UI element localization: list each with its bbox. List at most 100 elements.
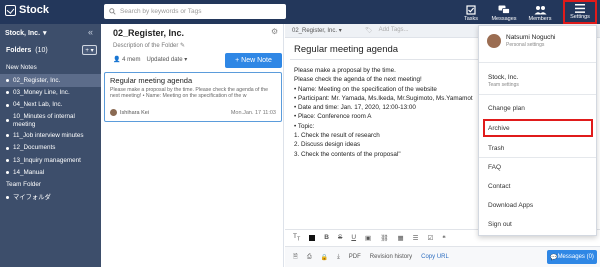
note-line: 1. Check the result of research — [294, 132, 380, 140]
download-apps-item[interactable]: Download Apps — [488, 202, 533, 209]
personal-settings-item[interactable]: Natsumi Noguchi Personal settings — [487, 34, 592, 48]
editor-folder-select[interactable]: 02_Register, Inc. ▾ — [292, 27, 342, 34]
note-date: Mon.Jan. 17 11:03 — [230, 109, 276, 116]
sidebar-item-label: マイフォルダ — [13, 193, 51, 201]
hamburger-menu-icon — [575, 4, 585, 13]
folder-meta: 👤 4 mem Updated date ▾ — [113, 56, 187, 63]
note-card-footer: Ishihara Kei Mon.Jan. 17 11:03 — [110, 109, 276, 116]
gear-icon[interactable]: ⚙ — [271, 27, 278, 36]
table-icon[interactable]: ▦ — [397, 234, 403, 242]
sort-select[interactable]: Updated date ▾ — [147, 56, 188, 63]
search-input[interactable] — [120, 8, 280, 15]
bullet-icon — [6, 91, 9, 95]
sidebar-item-label: 04_Next Lab, Inc. — [13, 101, 63, 109]
print-icon[interactable]: ⎙ — [307, 254, 312, 261]
folder-description[interactable]: Description of the Folder ✎ — [113, 42, 185, 49]
link-icon[interactable]: ⛓ — [380, 234, 388, 242]
bullet-icon — [6, 134, 9, 138]
sidebar-item-folder[interactable]: 11_Job interview minutes — [0, 130, 101, 142]
settings-button[interactable]: Settings — [563, 0, 597, 24]
top-bar: Stock Tasks Messages Members Settings — [0, 0, 600, 24]
revision-history-link[interactable]: Revision history — [370, 254, 412, 260]
logo-check-icon — [5, 4, 16, 16]
note-title[interactable]: Regular meeting agenda — [294, 44, 398, 55]
download-icon[interactable]: ⤓ — [337, 254, 340, 261]
quote-icon[interactable]: ❝ — [442, 234, 446, 242]
tags-field[interactable]: 🏷 Add Tags... — [365, 27, 409, 34]
sidebar-item-folder[interactable]: 03_Money Line, Inc. — [0, 87, 101, 99]
folder-description-text: Description of the Folder — [113, 43, 179, 49]
pencil-icon: ✎ — [180, 43, 186, 49]
sidebar: Stock, Inc. ▾ « Folders (10) + ▾ New Not… — [0, 24, 101, 267]
messages-button[interactable]: Messages — [490, 0, 518, 24]
sidebar-item-team-folder[interactable]: Team Folder — [0, 179, 101, 191]
sidebar-item-new-notes[interactable]: New Notes — [0, 62, 101, 74]
lock-icon[interactable]: 🔒 — [321, 254, 328, 261]
avatar — [110, 109, 117, 116]
bullet-icon — [6, 79, 9, 83]
divider — [479, 62, 596, 63]
trash-item[interactable]: Trash — [488, 145, 504, 152]
messages-panel-button[interactable]: 💬 Messages (0) — [547, 250, 597, 264]
messages-label: Messages — [491, 16, 517, 22]
sidebar-item-folder[interactable]: マイフォルダ — [0, 192, 101, 204]
note-card[interactable]: Regular meeting agenda Please make a pro… — [104, 72, 282, 122]
sidebar-item-label: 13_Inquiry management — [13, 156, 81, 164]
sidebar-item-label: 03_Money Line, Inc. — [13, 88, 70, 96]
bullet-icon — [6, 103, 9, 107]
divider — [479, 157, 596, 158]
people-icon — [534, 6, 546, 15]
note-author: Ishihara Kei — [120, 109, 150, 116]
underline-icon[interactable]: U — [351, 234, 356, 241]
archive-item[interactable]: Archive — [488, 125, 510, 132]
bullet-icon — [6, 196, 9, 200]
sign-out-item[interactable]: Sign out — [488, 221, 512, 228]
faq-item[interactable]: FAQ — [488, 164, 501, 171]
copy-url-link[interactable]: Copy URL — [421, 254, 449, 260]
note-line: • Participant: Mr. Yamada, Ms.Ikeda, Mr.… — [294, 94, 473, 102]
sidebar-item-label: New Notes — [6, 64, 37, 72]
sidebar-item-label: 02_Register, Inc. — [13, 76, 61, 84]
sidebar-item-folder[interactable]: 12_Documents — [0, 142, 101, 154]
contact-item[interactable]: Contact — [488, 183, 510, 190]
attach-file-icon[interactable]: 🗎 — [293, 252, 298, 262]
add-folder-button[interactable]: + ▾ — [82, 45, 97, 55]
sidebar-item-folder[interactable]: 10_Minutes of internal meeting — [0, 112, 101, 130]
text-size-icon[interactable]: TT — [293, 233, 300, 242]
user-name: Natsumi Noguchi — [506, 34, 556, 41]
tasks-button[interactable]: Tasks — [459, 0, 483, 24]
image-icon[interactable]: ▣ — [365, 234, 371, 242]
sidebar-item-folder[interactable]: 13_Inquiry management — [0, 154, 101, 166]
note-line: • Name: Meeting on the specification of … — [294, 85, 437, 93]
note-card-title: Regular meeting agenda — [110, 76, 193, 85]
new-note-button[interactable]: + New Note — [225, 53, 282, 68]
sort-label: Updated date — [146, 57, 183, 63]
strikethrough-icon[interactable]: S — [338, 234, 342, 241]
app-logo[interactable]: Stock — [5, 4, 49, 16]
divider — [479, 94, 596, 95]
editor-footer: 🗎 ⎙ 🔒 ⤓ PDF Revision history Copy URL 💬 … — [285, 246, 600, 267]
search-box[interactable] — [104, 4, 286, 19]
change-plan-item[interactable]: Change plan — [488, 105, 525, 112]
team-settings-item[interactable]: Stock, Inc. Team settings — [488, 74, 519, 88]
checklist-icon[interactable]: ☑ — [427, 234, 433, 242]
members-label: Members — [528, 16, 552, 22]
note-list-panel: 02_Register, Inc. ⚙ Description of the F… — [101, 24, 284, 267]
bullet-icon — [6, 171, 9, 175]
list-icon[interactable]: ☰ — [413, 234, 419, 242]
sidebar-item-folder[interactable]: 04_Next Lab, Inc. — [0, 99, 101, 111]
members-button[interactable]: Members — [526, 0, 554, 24]
personal-settings-label: Personal settings — [506, 42, 545, 48]
collapse-sidebar-icon[interactable]: « — [88, 27, 93, 37]
text-color-icon[interactable] — [309, 234, 316, 241]
note-body[interactable]: Please make a proposal by the time. Plea… — [294, 66, 473, 159]
bold-icon[interactable]: B — [324, 234, 329, 241]
pdf-button[interactable]: PDF — [349, 254, 361, 260]
sidebar-item-folder[interactable]: 02_Register, Inc. — [0, 74, 101, 87]
folder-list: New Notes 02_Register, Inc. 03_Money Lin… — [0, 62, 101, 204]
sidebar-item-folder[interactable]: 14_Manual — [0, 167, 101, 179]
app-name: Stock — [19, 4, 49, 16]
workspace-switcher[interactable]: Stock, Inc. ▾ — [5, 29, 47, 38]
members-count[interactable]: 👤 4 mem — [113, 56, 141, 63]
tag-icon: 🏷 — [365, 28, 373, 34]
